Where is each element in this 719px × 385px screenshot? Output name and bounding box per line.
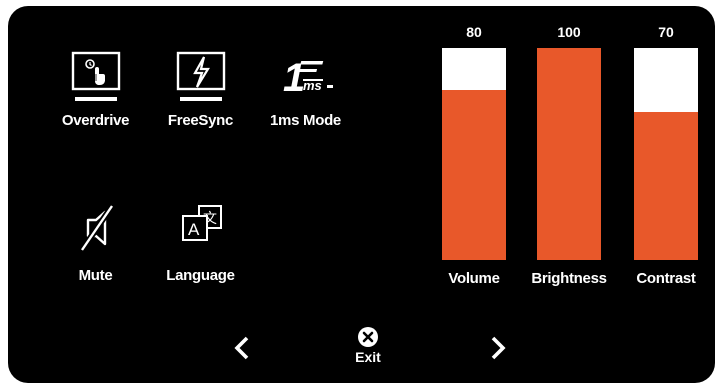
chevron-right-icon — [491, 336, 506, 360]
brightness-fill — [537, 48, 601, 260]
freesync-button[interactable]: FreeSync — [153, 42, 248, 129]
osd-panel: Overdrive FreeSync 1 ms 1ms Mode Mute 文 … — [8, 6, 715, 383]
brightness-track — [537, 48, 601, 260]
language-label: Language — [166, 267, 235, 284]
language-button[interactable]: 文 A Language — [153, 193, 248, 284]
brightness-label: Brightness — [531, 270, 607, 287]
contrast-fill — [634, 111, 698, 260]
contrast-slider[interactable]: 70 Contrast — [624, 22, 708, 287]
overdrive-button[interactable]: Overdrive — [48, 42, 143, 129]
1ms-mode-button[interactable]: 1 ms 1ms Mode — [258, 42, 353, 129]
mute-button[interactable]: Mute — [48, 193, 143, 284]
freesync-label: FreeSync — [167, 112, 234, 129]
close-circle-icon — [358, 327, 378, 347]
volume-slider[interactable]: 80 Volume — [432, 22, 516, 287]
volume-fill — [442, 90, 506, 260]
1ms-mode-label: 1ms Mode — [270, 112, 341, 129]
brightness-slider[interactable]: 100 Brightness — [521, 22, 617, 287]
exit-label: Exit — [355, 349, 381, 365]
contrast-label: Contrast — [636, 270, 696, 287]
translate-icon: 文 A — [161, 193, 241, 263]
overdrive-label: Overdrive — [61, 112, 130, 129]
monitor-touch-icon — [56, 42, 136, 112]
monitor-lightning-icon — [161, 42, 241, 112]
translate-glyph-a: A — [188, 220, 200, 239]
contrast-value: 70 — [658, 24, 674, 40]
1ms-icon: 1 ms — [266, 42, 346, 112]
volume-label: Volume — [448, 270, 500, 287]
next-button[interactable] — [486, 334, 510, 362]
chevron-left-icon — [234, 336, 249, 360]
speaker-muted-icon — [56, 193, 136, 263]
prev-button[interactable] — [230, 334, 254, 362]
volume-track — [442, 48, 506, 260]
brightness-value: 100 — [557, 24, 581, 40]
exit-button[interactable]: Exit — [348, 326, 388, 365]
mute-label: Mute — [78, 267, 113, 284]
volume-value: 80 — [466, 24, 482, 40]
contrast-track — [634, 48, 698, 260]
